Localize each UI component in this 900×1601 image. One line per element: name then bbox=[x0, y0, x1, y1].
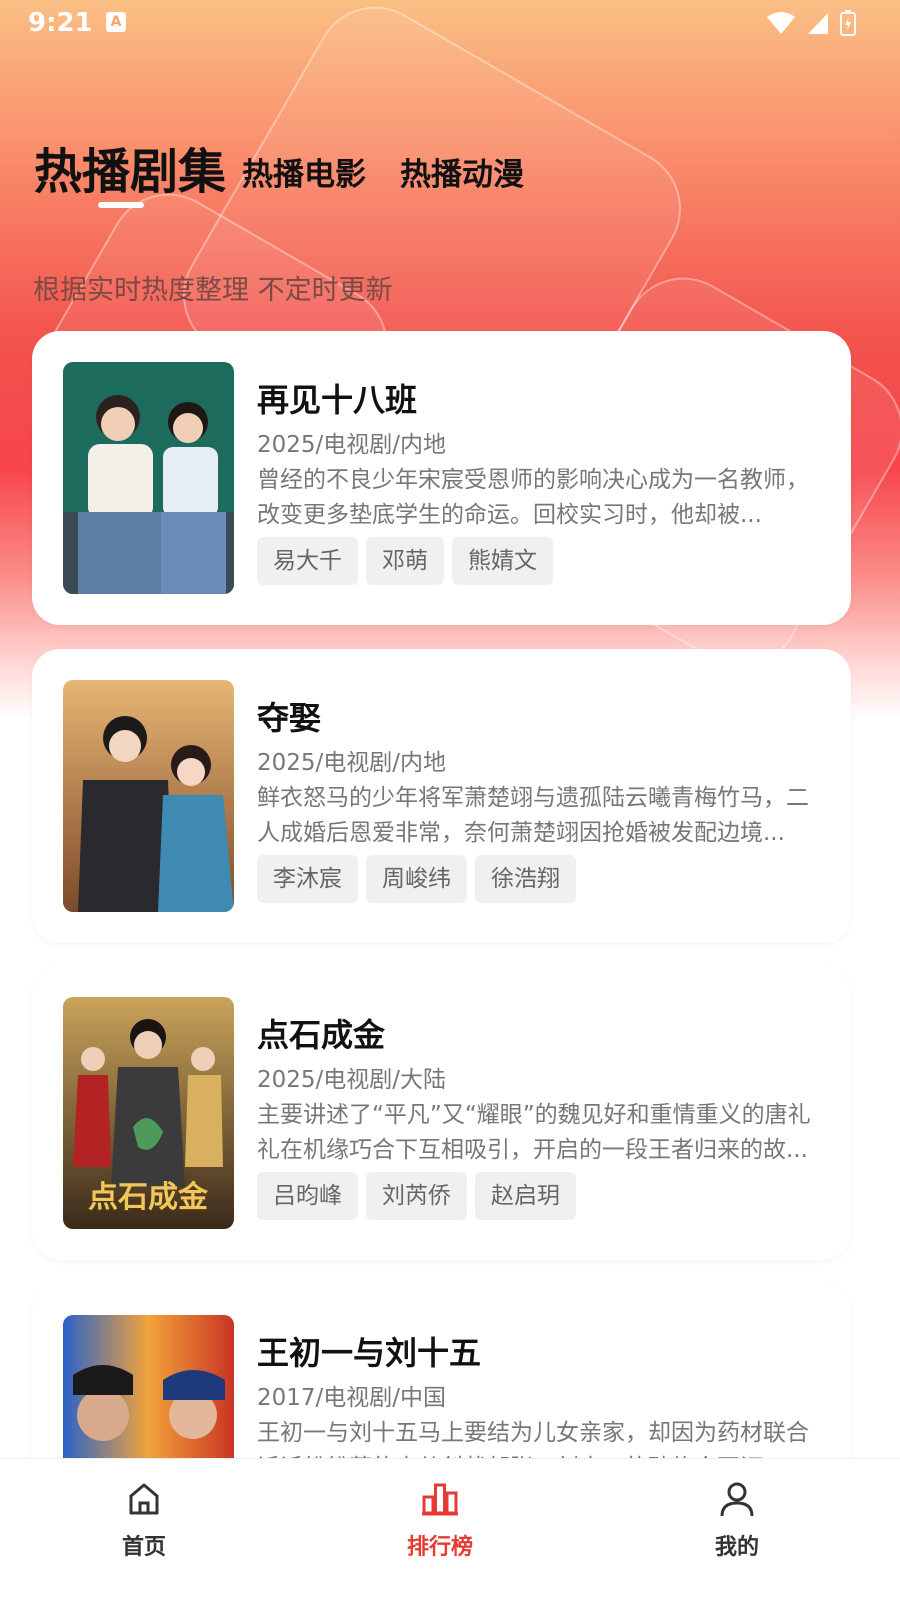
cast-tag[interactable]: 赵启玥 bbox=[475, 1172, 576, 1220]
cast-tag[interactable]: 熊婧文 bbox=[452, 537, 553, 585]
cast-tag[interactable]: 易大千 bbox=[257, 537, 358, 585]
item-description: 鲜衣怒马的少年将军萧楚翊与遗孤陆云曦青梅竹马，二人成婚后恩爱非常，奈何萧楚翊因抢… bbox=[257, 785, 809, 846]
item-meta: 2025/电视剧/内地 bbox=[257, 750, 447, 776]
item-description: 曾经的不良少年宋宸受恩师的影响决心成为一名教师，改变更多垫底学生的命运。回校实习… bbox=[257, 467, 809, 528]
wifi-icon bbox=[767, 12, 795, 34]
list-item[interactable]: 点石成金 点石成金 2025/电视剧/大陆 主要讲述了“平凡”又“耀眼”的魏见好… bbox=[32, 966, 851, 1260]
item-meta: 2017/电视剧/中国 bbox=[257, 1385, 447, 1411]
category-tabs: 热播剧集 热播电影 热播动漫 bbox=[34, 132, 524, 202]
nav-profile[interactable]: 我的 bbox=[657, 1459, 817, 1601]
cast-tags: 李沐宸 周峻纬 徐浩翔 bbox=[257, 855, 576, 903]
home-icon bbox=[129, 1483, 159, 1515]
person-icon bbox=[720, 1482, 754, 1517]
nav-home[interactable]: 首页 bbox=[64, 1459, 224, 1601]
item-meta: 2025/电视剧/内地 bbox=[257, 432, 447, 458]
poster-image: 点石成金 bbox=[63, 997, 234, 1229]
nav-profile-label: 我的 bbox=[714, 1535, 759, 1560]
cast-tag[interactable]: 吕昀峰 bbox=[257, 1172, 358, 1220]
item-description: 主要讲述了“平凡”又“耀眼”的魏见好和重情重义的唐礼礼在机缘巧合下互相吸引，开启… bbox=[257, 1102, 811, 1163]
status-bar: 9:21 A bbox=[0, 0, 900, 48]
item-title: 点石成金 bbox=[257, 1016, 386, 1054]
cast-tags: 易大千 邓萌 熊婧文 bbox=[257, 537, 553, 585]
nav-ranking[interactable]: 排行榜 bbox=[360, 1459, 520, 1601]
system-icons bbox=[766, 10, 856, 36]
cast-tag[interactable]: 周峻纬 bbox=[366, 855, 467, 903]
cast-tags: 吕昀峰 刘芮侨 赵启玥 bbox=[257, 1172, 576, 1220]
tab-hot-movies[interactable]: 热播电影 bbox=[242, 149, 366, 202]
status-time: 9:21 bbox=[28, 8, 93, 38]
active-tab-indicator bbox=[98, 202, 144, 208]
ranking-subtitle: 根据实时热度整理 不定时更新 bbox=[33, 275, 393, 306]
notification-icon: A bbox=[106, 12, 126, 32]
chart-icon bbox=[422, 1483, 458, 1516]
tab-hot-anime[interactable]: 热播动漫 bbox=[400, 149, 524, 202]
cast-tag[interactable]: 李沐宸 bbox=[257, 855, 358, 903]
signal-icon bbox=[808, 13, 828, 34]
battery-icon bbox=[840, 10, 856, 36]
item-title: 王初一与刘十五 bbox=[257, 1334, 482, 1372]
poster-image bbox=[63, 362, 234, 594]
bottom-navigation: 首页 排行榜 我的 bbox=[0, 1458, 900, 1601]
poster-title-text: 点石成金 bbox=[88, 1180, 209, 1215]
tab-hot-series[interactable]: 热播剧集 bbox=[34, 132, 226, 202]
list-item[interactable]: 再见十八班 2025/电视剧/内地 曾经的不良少年宋宸受恩师的影响决心成为一名教… bbox=[32, 331, 851, 625]
poster-image bbox=[63, 680, 234, 912]
list-item[interactable]: 夺娶 2025/电视剧/内地 鲜衣怒马的少年将军萧楚翊与遗孤陆云曦青梅竹马，二人… bbox=[32, 649, 851, 943]
item-title: 夺娶 bbox=[257, 699, 322, 737]
nav-home-label: 首页 bbox=[121, 1535, 166, 1560]
cast-tag[interactable]: 刘芮侨 bbox=[366, 1172, 467, 1220]
cast-tag[interactable]: 邓萌 bbox=[366, 537, 444, 585]
item-meta: 2025/电视剧/大陆 bbox=[257, 1067, 447, 1093]
cast-tag[interactable]: 徐浩翔 bbox=[475, 855, 576, 903]
nav-ranking-label: 排行榜 bbox=[406, 1535, 473, 1560]
item-title: 再见十八班 bbox=[257, 381, 418, 419]
